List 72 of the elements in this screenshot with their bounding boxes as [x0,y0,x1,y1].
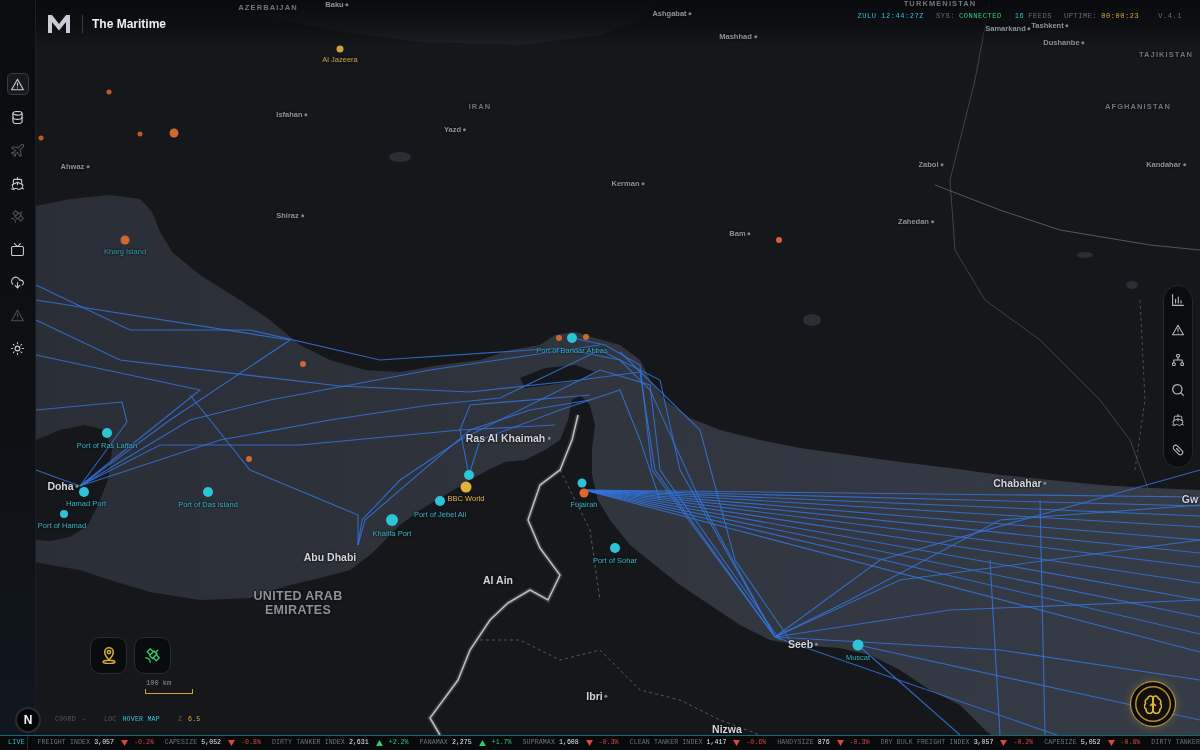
city-dot-icon [345,3,349,7]
event-marker-icon[interactable] [556,335,562,341]
city-label: Nizwa [712,723,742,735]
media-marker-icon[interactable] [460,481,472,493]
ship-icon [1172,414,1184,426]
brain-icon [1144,694,1162,714]
port-marker-icon[interactable] [79,487,89,497]
port-marker-icon[interactable] [567,333,577,343]
port-marker-icon[interactable] [577,478,587,488]
satellite-button[interactable] [134,637,171,674]
city-dot-icon [930,220,934,224]
city-dot-icon [747,232,751,236]
city-label: Gw [1181,493,1199,505]
lake [389,152,411,162]
city-label: Chabahar [993,477,1042,489]
country-label: UNITED ARAB EMIRATES [252,589,344,617]
lake [803,314,821,326]
port-marker-icon[interactable] [464,470,474,480]
port-marker-icon[interactable] [435,496,445,506]
capsule-icon [1172,444,1184,456]
lake [1077,252,1093,258]
warning-icon [1172,324,1184,336]
event-marker-icon[interactable] [169,128,179,138]
port-marker-icon[interactable] [102,428,112,438]
city-dot-icon [753,35,757,39]
event-marker-icon[interactable] [106,89,112,95]
city-dot-icon [75,484,79,488]
event-marker-icon[interactable] [38,135,44,141]
search-icon [1172,384,1184,396]
city-label: Ras Al Khaimah [465,432,546,444]
sidebar-button[interactable] [6,73,29,95]
city-dot-icon [1027,27,1031,31]
city-dot-icon [547,436,551,440]
event-marker-icon[interactable] [120,235,130,245]
city-dot-icon [604,694,608,698]
port-marker-icon[interactable] [203,487,213,497]
event-marker-icon[interactable] [776,237,782,243]
map-pin-icon [101,647,116,664]
city-dot-icon [300,214,304,218]
city-label: Ibri [586,690,603,702]
event-marker-icon[interactable] [583,334,589,340]
event-marker-icon[interactable] [246,456,252,462]
city-dot-icon [304,113,308,117]
hierarchy-icon [1172,354,1184,366]
city-dot-icon [1065,24,1069,28]
lake [1126,281,1138,289]
city-dot-icon [641,182,645,186]
city-label: Doha [47,480,74,492]
port-marker-icon[interactable] [386,514,398,526]
event-marker-icon[interactable] [300,361,306,367]
event-marker-icon[interactable] [579,488,589,498]
satellite-icon [145,648,160,663]
port-marker-icon[interactable] [60,510,68,518]
location-button[interactable] [90,637,127,674]
scale-bar [145,689,193,694]
city-dot-icon [688,12,692,16]
city-label: Al Ain [483,574,513,586]
media-marker-icon[interactable] [336,45,344,53]
bar-chart-icon [1172,294,1184,306]
city-dot-icon [815,642,819,646]
app-title: The Maritime [92,18,166,30]
city-dot-icon [463,128,467,132]
port-marker-icon[interactable] [852,639,864,651]
city-label: Abu Dhabi [303,551,357,563]
city-dot-icon [1182,163,1186,167]
event-marker-icon[interactable] [137,131,143,137]
port-marker-icon[interactable] [610,543,620,553]
logo-icon [48,15,70,33]
city-dot-icon [86,165,90,169]
city-dot-icon [1043,481,1047,485]
city-dot-icon [1081,41,1085,45]
city-dot-icon [940,163,944,167]
